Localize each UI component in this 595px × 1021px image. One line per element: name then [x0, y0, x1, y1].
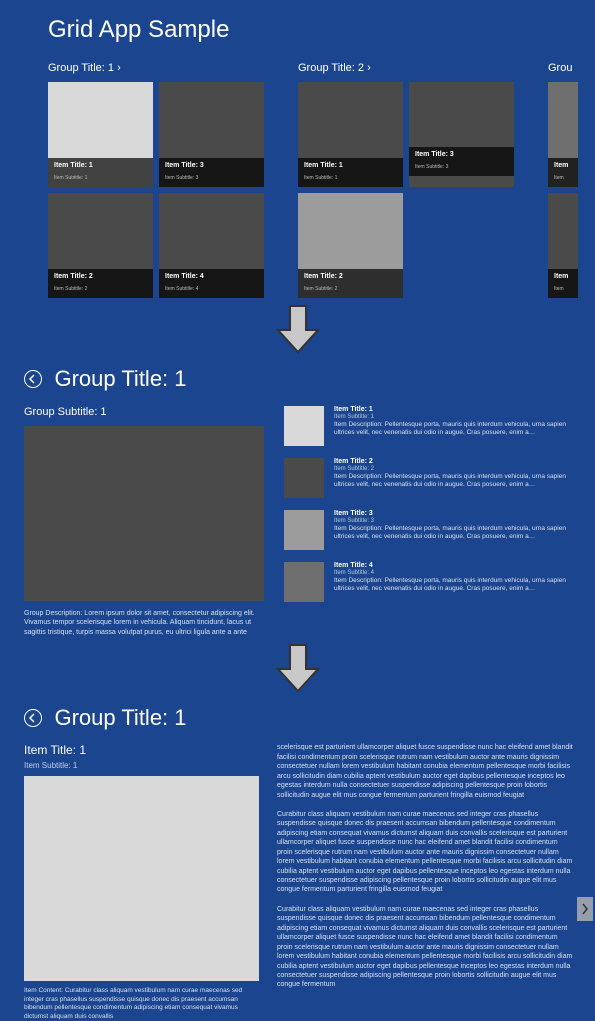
item-paragraph: Curabitur class aliquam vestibulum nam c… [277, 810, 575, 895]
item-thumb [284, 510, 324, 550]
next-item-button[interactable] [577, 897, 593, 921]
tile-subtitle: Item Subtitle: 3 [415, 164, 508, 170]
item-info: Item Title: 3 Item Subtitle: 3 Item Desc… [334, 510, 575, 550]
tile-title: Item Title: 4 [165, 273, 258, 280]
list-item[interactable]: Item Title: 3 Item Subtitle: 3 Item Desc… [284, 510, 575, 550]
tile-footer: Item Title: 3 Item Subtitle: 3 [159, 158, 264, 187]
tile-subtitle: Item Subtitle: 2 [54, 286, 147, 292]
tile-subtitle: Item Subtitle: 1 [54, 175, 147, 181]
group-1-grid: Item Title: 1 Item Subtitle: 1 Item Titl… [48, 82, 264, 298]
item-title: Item Title: 2 [334, 458, 575, 465]
tile-footer: Item Title: 2 Item Subtitle: 2 [298, 269, 403, 298]
tile-title: Item Title: 1 [54, 162, 147, 169]
item-subtitle: Item Subtitle: 4 [334, 570, 575, 576]
group-detail-title: Group Title: 1 [54, 366, 186, 392]
group-2-grid: Item Title: 1 Item Subtitle: 1 Item Titl… [298, 82, 514, 298]
tile-title: Item Title: 3 [415, 151, 508, 158]
group-3-grid: Item Item Item Item [548, 82, 578, 298]
list-item[interactable]: Item Title: 1 Item Subtitle: 1 Item Desc… [284, 406, 575, 446]
grid-tile[interactable]: Item Title: 1 Item Subtitle: 1 [48, 82, 153, 187]
item-subtitle: Item Subtitle: 1 [24, 761, 259, 770]
item-info: Item Title: 1 Item Subtitle: 1 Item Desc… [334, 406, 575, 446]
tile-title: Item Title: 2 [304, 273, 397, 280]
grid-tile[interactable]: Item Title: 1 Item Subtitle: 1 [298, 82, 403, 187]
item-info: Item Title: 2 Item Subtitle: 2 Item Desc… [334, 458, 575, 498]
chevron-right-icon [581, 903, 589, 915]
tile-subtitle: Item Subtitle: 3 [165, 175, 258, 181]
grid-tile[interactable]: Item Title: 2 Item Subtitle: 2 [298, 193, 403, 298]
list-item[interactable]: Item Title: 4 Item Subtitle: 4 Item Desc… [284, 562, 575, 602]
item-title: Item Title: 1 [24, 743, 259, 757]
tile-title: Item [554, 273, 572, 280]
item-title: Item Title: 3 [334, 510, 575, 517]
tile-title: Item [554, 162, 572, 169]
tile-footer: Item Title: 1 Item Subtitle: 1 [48, 158, 153, 187]
list-item[interactable]: Item Title: 2 Item Subtitle: 2 Item Desc… [284, 458, 575, 498]
item-paragraph: scelerisque est parturient ullamcorper a… [277, 743, 575, 800]
item-detail-group-title: Group Title: 1 [54, 705, 186, 731]
hub-screen: Grid App Sample Group Title: 1 › Item Ti… [0, 0, 595, 298]
item-summary: Item Title: 1 Item Subtitle: 1 Item Cont… [24, 743, 259, 1021]
item-thumb [284, 458, 324, 498]
grid-tile[interactable]: Item Title: 3 Item Subtitle: 3 [159, 82, 264, 187]
group-1: Group Title: 1 › Item Title: 1 Item Subt… [48, 62, 264, 298]
app-title: Grid App Sample [48, 16, 595, 44]
item-subtitle: Item Subtitle: 2 [334, 466, 575, 472]
groups-row: Group Title: 1 › Item Title: 1 Item Subt… [48, 62, 595, 298]
tile-subtitle: Item Subtitle: 4 [165, 286, 258, 292]
tile-title: Item Title: 1 [304, 162, 397, 169]
item-subtitle: Item Subtitle: 3 [334, 518, 575, 524]
item-content-caption: Item Content: Curabitur class aliquam ve… [24, 987, 259, 1021]
tile-footer: Item Title: 4 Item Subtitle: 4 [159, 269, 264, 298]
tile-footer: Item Item [548, 269, 578, 298]
arrow-left-icon [28, 374, 38, 384]
tile-subtitle: Item [554, 286, 572, 292]
grid-tile[interactable]: Item Title: 2 Item Subtitle: 2 [48, 193, 153, 298]
arrow-down-icon [0, 304, 595, 354]
grid-tile[interactable]: Item Item [548, 82, 578, 187]
group-subtitle: Group Subtitle: 1 [24, 406, 264, 418]
group-detail-screen: Group Title: 1 Group Subtitle: 1 Group D… [0, 358, 595, 637]
group-header-2[interactable]: Group Title: 2 › [298, 62, 514, 74]
arrow-down-icon [0, 643, 595, 693]
item-title: Item Title: 4 [334, 562, 575, 569]
item-info: Item Title: 4 Item Subtitle: 4 Item Desc… [334, 562, 575, 602]
tile-footer: Item Item [548, 158, 578, 187]
group-3: Grou Item Item Item Item [548, 62, 578, 298]
item-description: Item Description: Pellentesque porta, ma… [334, 525, 575, 542]
item-image [24, 776, 259, 981]
tile-footer: Item Title: 2 Item Subtitle: 2 [48, 269, 153, 298]
group-item-list: Item Title: 1 Item Subtitle: 1 Item Desc… [284, 406, 575, 637]
item-thumb [284, 562, 324, 602]
arrow-left-icon [28, 713, 38, 723]
tile-subtitle: Item [554, 175, 572, 181]
item-description: Item Description: Pellentesque porta, ma… [334, 473, 575, 490]
tile-subtitle: Item Subtitle: 1 [304, 175, 397, 181]
back-button[interactable] [24, 709, 42, 727]
tile-footer: Item Title: 1 Item Subtitle: 1 [298, 158, 403, 187]
tile-title: Item Title: 3 [165, 162, 258, 169]
group-2: Group Title: 2 › Item Title: 1 Item Subt… [298, 62, 514, 298]
group-image [24, 426, 264, 601]
item-title: Item Title: 1 [334, 406, 575, 413]
item-paragraph: Curabitur class aliquam vestibulum nam c… [277, 905, 575, 990]
grid-tile[interactable]: Item Item [548, 193, 578, 298]
tile-footer: Item Title: 3 Item Subtitle: 3 [409, 147, 514, 176]
tile-title: Item Title: 2 [54, 273, 147, 280]
item-body-text: scelerisque est parturient ullamcorper a… [277, 743, 575, 1021]
item-subtitle: Item Subtitle: 1 [334, 414, 575, 420]
group-header-3[interactable]: Grou [548, 62, 578, 74]
item-description: Item Description: Pellentesque porta, ma… [334, 577, 575, 594]
grid-tile[interactable]: Item Title: 3 Item Subtitle: 3 [409, 82, 514, 298]
item-description: Item Description: Pellentesque porta, ma… [334, 421, 575, 438]
item-thumb [284, 406, 324, 446]
group-header-1[interactable]: Group Title: 1 › [48, 62, 264, 74]
grid-tile[interactable]: Item Title: 4 Item Subtitle: 4 [159, 193, 264, 298]
tile-subtitle: Item Subtitle: 2 [304, 286, 397, 292]
back-button[interactable] [24, 370, 42, 388]
item-detail-screen: Group Title: 1 Item Title: 1 Item Subtit… [0, 697, 595, 1021]
group-summary: Group Subtitle: 1 Group Description: Lor… [24, 406, 264, 637]
group-description: Group Description: Lorem ipsum dolor sit… [24, 609, 264, 637]
